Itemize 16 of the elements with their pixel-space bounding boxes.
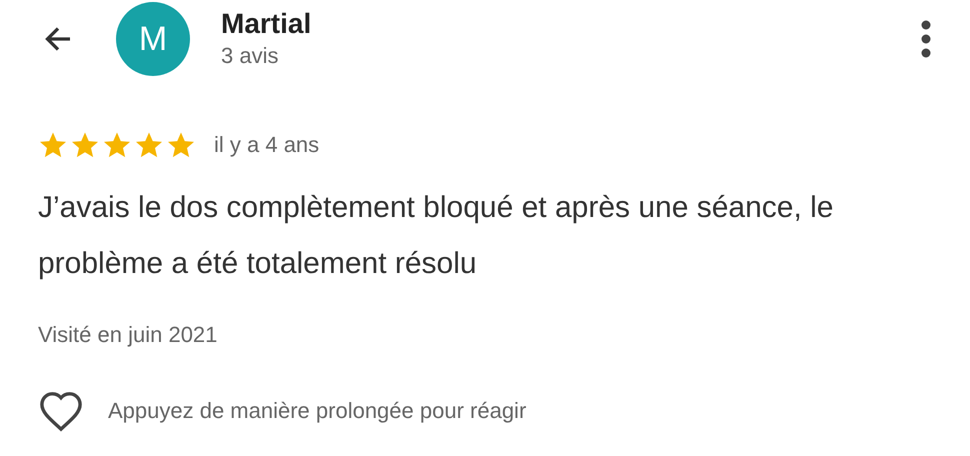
star-icon [38, 130, 68, 160]
star-icon [166, 130, 196, 160]
avatar: M [116, 2, 190, 76]
like-button[interactable] [38, 390, 84, 432]
star-icon [134, 130, 164, 160]
more-icon [920, 19, 932, 59]
visit-date: Visité en juin 2021 [38, 322, 218, 348]
review-count: 3 avis [221, 42, 280, 70]
star-icon [70, 130, 100, 160]
reaction-hint: Appuyez de manière prolongée pour réagir [108, 398, 526, 424]
review-time: il y a 4 ans [214, 132, 320, 158]
star-icon [102, 130, 132, 160]
more-menu-button[interactable] [920, 19, 932, 59]
review-text: J’avais le dos complètement bloqué et après une séance, le problème a été totalement résolu [38, 190, 834, 282]
heart-icon [38, 390, 84, 432]
reviewer-name: Martial [221, 7, 312, 41]
